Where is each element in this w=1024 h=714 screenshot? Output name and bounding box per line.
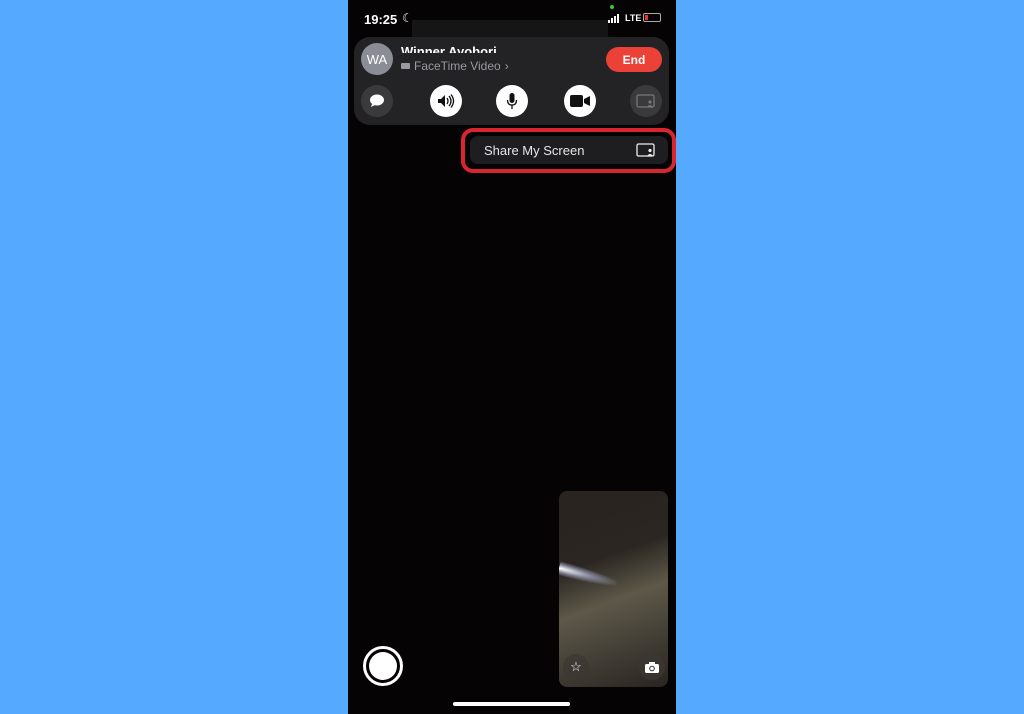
signal-icon bbox=[608, 13, 619, 23]
home-indicator[interactable] bbox=[453, 702, 570, 706]
mic-icon bbox=[506, 93, 518, 109]
effects-button[interactable]: ☆ bbox=[563, 654, 589, 680]
call-controls-panel: WA Winner Ayobori FaceTime Video › End bbox=[354, 37, 669, 125]
message-button[interactable] bbox=[361, 85, 393, 117]
share-screen-icon bbox=[636, 143, 655, 157]
flip-camera-button[interactable] bbox=[639, 654, 665, 680]
camera-icon bbox=[570, 95, 590, 107]
star-icon: ☆ bbox=[570, 659, 582, 674]
camera-indicator-icon bbox=[610, 5, 614, 9]
call-type[interactable]: FaceTime Video › bbox=[401, 59, 509, 73]
light-beam bbox=[559, 561, 619, 591]
flip-camera-icon bbox=[645, 661, 659, 673]
video-icon bbox=[401, 63, 410, 69]
avatar[interactable]: WA bbox=[361, 43, 393, 75]
contact-name: Winner Ayobori bbox=[401, 44, 497, 53]
speaker-icon bbox=[438, 94, 455, 108]
self-view-pip[interactable]: ☆ bbox=[559, 491, 668, 687]
share-my-screen-menu-item[interactable]: Share My Screen bbox=[470, 136, 668, 164]
camera-button[interactable] bbox=[564, 85, 596, 117]
message-icon bbox=[370, 94, 384, 107]
phone-screen: 19:25 ☾ LTE WA Winner Ayobori FaceTime V… bbox=[348, 0, 676, 714]
mute-button[interactable] bbox=[496, 85, 528, 117]
network-label: LTE bbox=[625, 13, 642, 23]
status-time: 19:25 bbox=[364, 12, 398, 27]
live-photo-shutter-button[interactable] bbox=[363, 646, 403, 686]
battery-icon bbox=[643, 13, 661, 22]
call-type-label: FaceTime Video bbox=[414, 59, 501, 73]
share-screen-button[interactable] bbox=[630, 85, 662, 117]
share-screen-icon bbox=[636, 94, 655, 108]
chevron-right-icon: › bbox=[504, 59, 509, 73]
share-my-screen-label: Share My Screen bbox=[484, 142, 585, 158]
speaker-button[interactable] bbox=[430, 85, 462, 117]
end-call-button[interactable]: End bbox=[606, 47, 662, 72]
